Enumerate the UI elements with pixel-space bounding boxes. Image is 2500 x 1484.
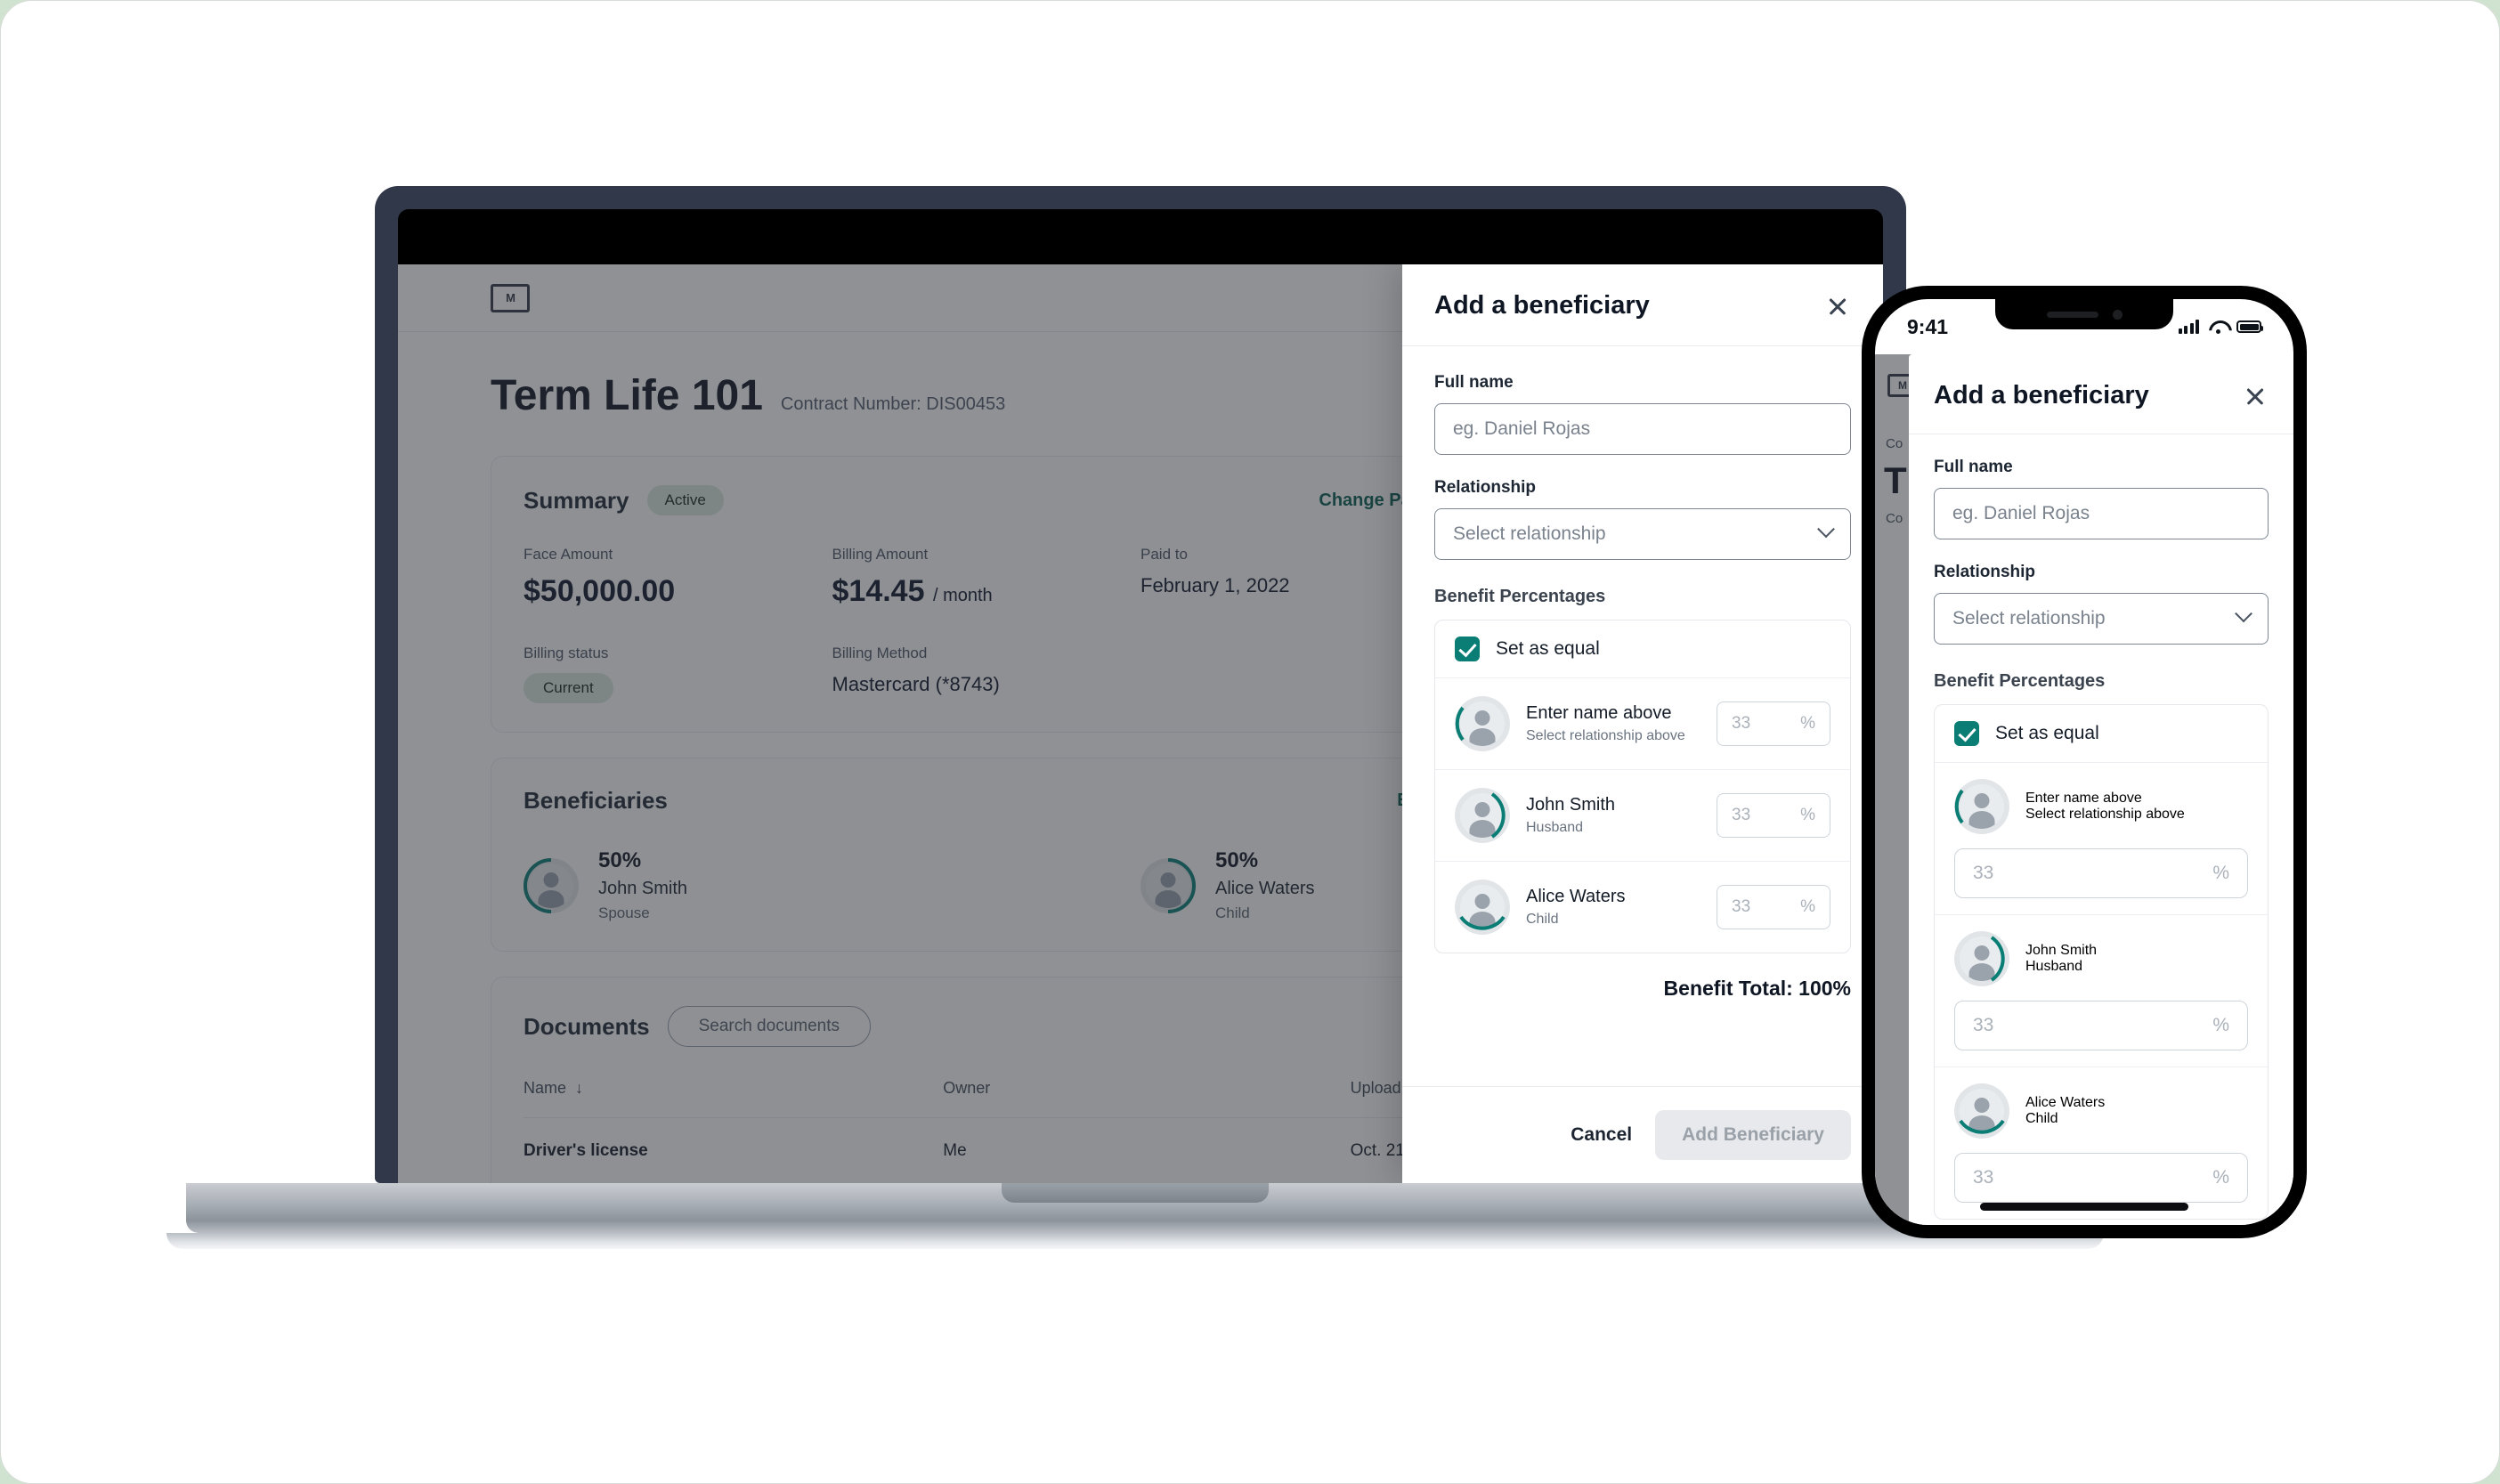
laptop-foot: [166, 1233, 2104, 1249]
set-as-equal-label: Set as equal: [1496, 638, 1600, 659]
set-as-equal-row[interactable]: Set as equal: [1935, 705, 2268, 763]
percent-arc-icon: [1954, 789, 1964, 824]
chevron-down-icon: [1817, 520, 1835, 539]
status-time: 9:41: [1907, 314, 1949, 338]
benefit-row-name: Enter name above: [2025, 791, 2142, 806]
phone-notch: [1995, 299, 2173, 329]
percent-arc-icon: [1959, 1119, 2005, 1134]
benefit-row-name: Alice Waters: [1526, 887, 1626, 906]
percent-symbol: %: [1800, 897, 1815, 916]
home-indicator[interactable]: [1980, 1203, 2188, 1211]
wifi-icon: [2209, 320, 2227, 334]
percent-symbol: %: [2212, 1015, 2229, 1035]
relationship-label: Relationship: [1434, 478, 1537, 497]
relationship-label: Relationship: [1934, 563, 2036, 581]
benefit-percent-input[interactable]: 33 %: [1717, 885, 1830, 929]
avatar: [1455, 880, 1510, 935]
phone-device: M Co T Co 9:41: [1862, 286, 2307, 1238]
close-icon[interactable]: [2242, 383, 2269, 410]
benefit-row-relation: Select relationship above: [2025, 807, 2185, 822]
percent-arc-icon: [1990, 936, 2005, 982]
phone-screen: M Co T Co 9:41: [1875, 299, 2293, 1225]
benefit-row: Alice Waters Child 33 %: [1435, 861, 1850, 953]
chevron-down-icon: [2235, 604, 2252, 623]
laptop-screen: M Term Life 101 Contract Number: DIS0045…: [398, 264, 1883, 1183]
benefit-row-relation: Select relationship above: [1526, 728, 1685, 743]
benefit-total: Benefit Total: 100%: [1663, 977, 1851, 1000]
add-beneficiary-modal: Add a beneficiary Full name eg. Daniel R…: [1402, 264, 1883, 1183]
full-name-label: Full name: [1934, 458, 2013, 476]
benefit-row-name: Enter name above: [1526, 703, 1672, 723]
benefit-row-relation: Child: [2025, 1111, 2058, 1126]
benefit-percentages-title: Benefit Percentages: [1934, 671, 2106, 691]
benefit-row-name: John Smith: [2025, 943, 2098, 958]
benefit-row-relation: Child: [1526, 912, 1559, 927]
benefit-percent-input[interactable]: 33 %: [1954, 1153, 2248, 1203]
percent-symbol: %: [1800, 714, 1815, 733]
benefit-row: Alice Waters Child 33 %: [1935, 1066, 2268, 1219]
benefit-percent-input[interactable]: 33 %: [1954, 1001, 2248, 1050]
phone-frame: M Co T Co 9:41: [1862, 286, 2307, 1238]
full-name-input[interactable]: eg. Daniel Rojas: [1934, 488, 2269, 539]
benefit-row-relation: Husband: [2025, 959, 2083, 974]
modal-title: Add a beneficiary: [1434, 291, 1650, 320]
relationship-select[interactable]: Select relationship: [1934, 593, 2269, 645]
benefit-row-name: Alice Waters: [2025, 1095, 2106, 1110]
benefit-row: Enter name above Select relationship abo…: [1935, 763, 2268, 914]
percent-arc-icon: [1455, 706, 1465, 742]
speaker-icon: [2046, 311, 2098, 318]
benefit-row-relation: Husband: [1526, 820, 1584, 835]
close-icon[interactable]: [1824, 293, 1851, 320]
screenshot-frame: M Term Life 101 Contract Number: DIS0045…: [0, 0, 2500, 1484]
percent-symbol: %: [2212, 1167, 2229, 1188]
benefit-percentages-title: Benefit Percentages: [1434, 587, 1606, 606]
add-beneficiary-modal-mobile: Add a beneficiary Full name eg. Daniel R…: [1909, 354, 2293, 1225]
avatar: [1954, 779, 2009, 834]
benefit-row: John Smith Husband 33 %: [1935, 914, 2268, 1066]
full-name-label: Full name: [1434, 373, 1514, 392]
percent-arc-icon: [1459, 915, 1506, 930]
modal-title: Add a beneficiary: [1934, 381, 2149, 410]
full-name-input[interactable]: eg. Daniel Rojas: [1434, 403, 1851, 455]
set-as-equal-checkbox[interactable]: [1954, 721, 1979, 746]
cancel-button[interactable]: Cancel: [1571, 1124, 1632, 1146]
laptop-base: [186, 1183, 2084, 1233]
benefit-percent-input[interactable]: 33 %: [1954, 848, 2248, 898]
benefit-row-name: John Smith: [1526, 795, 1616, 815]
relationship-select[interactable]: Select relationship: [1434, 508, 1851, 560]
set-as-equal-checkbox[interactable]: [1455, 637, 1480, 661]
avatar: [1455, 788, 1510, 843]
relationship-value: Select relationship: [1453, 523, 1606, 544]
laptop-bezel: M Term Life 101 Contract Number: DIS0045…: [398, 209, 1883, 1183]
signal-bars-icon: [2178, 320, 2199, 334]
laptop-lid: M Term Life 101 Contract Number: DIS0045…: [375, 186, 1906, 1183]
add-beneficiary-button[interactable]: Add Beneficiary: [1655, 1110, 1851, 1160]
benefit-panel: Set as equal Enter name above Select rel…: [1434, 620, 1851, 953]
relationship-value: Select relationship: [1952, 608, 2106, 628]
avatar: [1954, 1083, 2009, 1139]
percent-arc-icon: [1490, 792, 1506, 839]
percent-symbol: %: [2212, 863, 2229, 883]
battery-icon: [2236, 320, 2263, 333]
set-as-equal-label: Set as equal: [1995, 723, 2099, 743]
benefit-percent-input[interactable]: 33 %: [1717, 793, 1830, 838]
avatar: [1954, 931, 2009, 986]
benefit-percent-input[interactable]: 33 %: [1717, 701, 1830, 746]
camera-icon: [2112, 309, 2123, 320]
benefit-row: Enter name above Select relationship abo…: [1435, 678, 1850, 769]
set-as-equal-row[interactable]: Set as equal: [1435, 620, 1850, 678]
percent-symbol: %: [1800, 806, 1815, 824]
benefit-panel: Set as equal Enter name above Select rel…: [1934, 704, 2269, 1220]
avatar: [1455, 696, 1510, 751]
benefit-row: John Smith Husband 33 %: [1435, 769, 1850, 861]
